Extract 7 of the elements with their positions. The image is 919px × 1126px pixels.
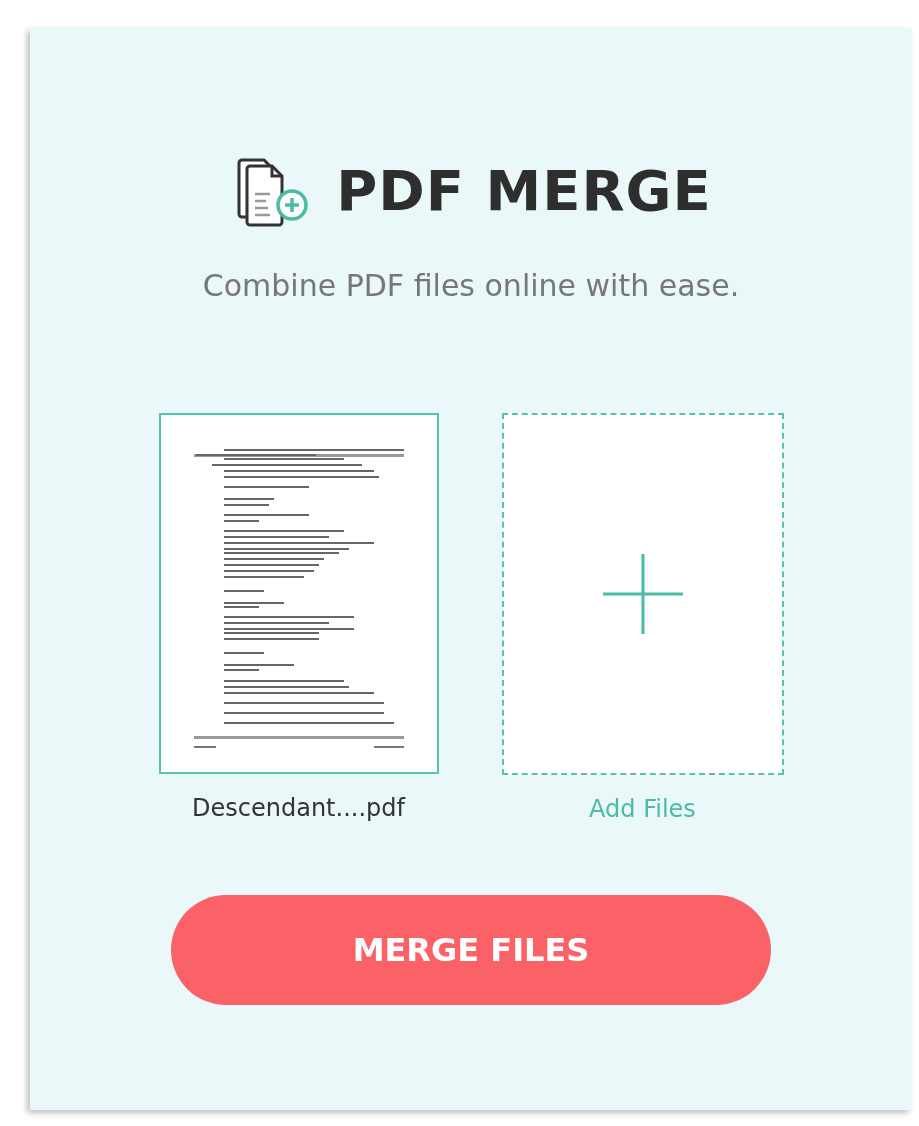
pdf-thumbnail[interactable] (158, 413, 439, 774)
app-title: PDF MERGE (336, 157, 712, 223)
merge-files-button[interactable]: MERGE FILES (171, 895, 771, 1005)
plus-icon (602, 554, 683, 634)
file-name: Descendant....pdf (192, 794, 405, 822)
subtitle: Combine PDF files online with ease. (202, 268, 740, 303)
add-files-link[interactable]: Add Files (589, 795, 696, 823)
